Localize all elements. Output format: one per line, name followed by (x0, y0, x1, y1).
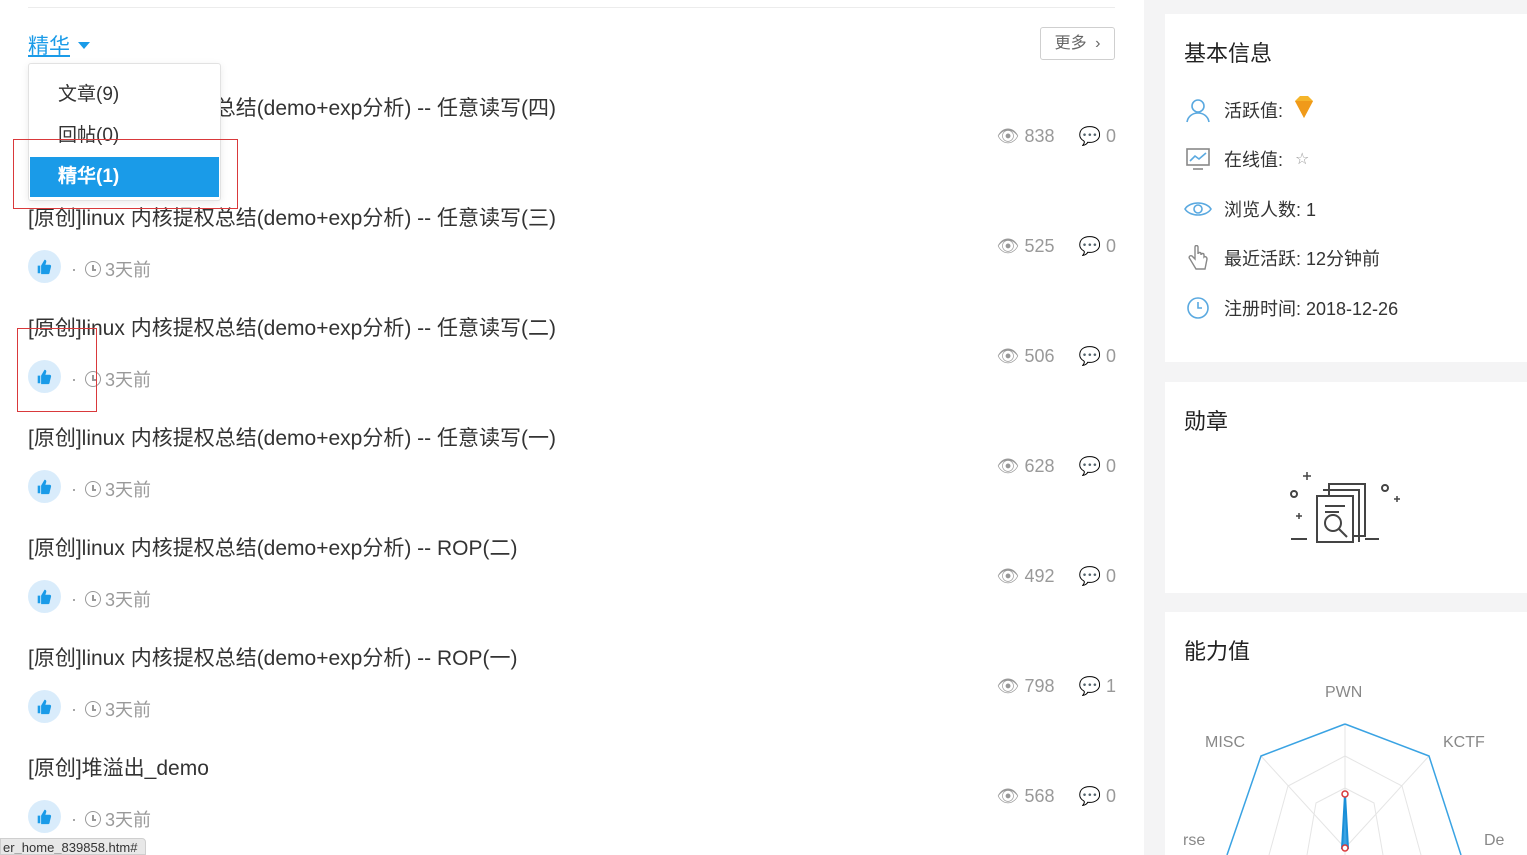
star-icon: ☆ (1295, 151, 1310, 168)
medals-panel: 勋章 (1165, 382, 1527, 593)
radar-point (1341, 844, 1349, 852)
radar-point (1341, 790, 1349, 798)
post-title-link[interactable]: [原创]linux 内核提权总结(demo+exp分析) -- ROP(一) (28, 642, 517, 672)
eye-icon: 👁 (996, 126, 1020, 146)
view-count: 👁 838 (996, 126, 1055, 146)
comment-icon: 💬 (1078, 126, 1101, 146)
panel-title: 基本信息 (1184, 41, 1273, 66)
post-meta: · 3天前 (71, 698, 152, 721)
eye-icon: 👁 (996, 236, 1020, 256)
eye-icon: 👁 (996, 346, 1020, 366)
clock-icon (1184, 294, 1212, 322)
comment-count[interactable]: 💬 0 (1079, 786, 1116, 807)
view-count: 👁 525 (996, 236, 1055, 256)
clock-icon (85, 811, 101, 827)
comment-count[interactable]: 💬 0 (1079, 236, 1116, 257)
diamond-badge-icon (1291, 95, 1317, 124)
clock-icon (85, 591, 101, 607)
clock-icon (85, 261, 101, 277)
comment-count[interactable]: 💬 0 (1079, 346, 1116, 367)
category-filter-label: 精华 (28, 35, 70, 58)
clock-icon (85, 481, 101, 497)
list-item: [原创]linux 内核提权总结(demo+exp分析) -- ROP(一) ·… (28, 642, 1116, 752)
radar-axis-label: rse (1183, 832, 1206, 849)
view-count: 👁 506 (996, 346, 1055, 366)
comment-count[interactable]: 💬 1 (1079, 676, 1116, 697)
post-stats: 👁 506 💬 0 (997, 346, 1116, 367)
menu-item-articles[interactable]: 文章(9) (30, 75, 219, 115)
view-count: 👁 628 (996, 456, 1055, 476)
ability-panel: 能力值 PWN KCTF De rse MISC (1165, 612, 1527, 855)
main-content: 精华 更多 › [原创]linux 内核提权总结(demo+exp分析) -- … (0, 0, 1144, 855)
list-item: [原创]linux 内核提权总结(demo+exp分析) -- ROP(二) ·… (28, 532, 1116, 642)
top-divider (28, 7, 1115, 8)
panel-title: 能力值 (1184, 639, 1251, 664)
post-stats: 👁 838 💬 0 (997, 126, 1116, 147)
comment-icon: 💬 (1078, 676, 1101, 696)
empty-medals-icon (1287, 466, 1407, 551)
thumbs-up-icon[interactable] (28, 470, 61, 503)
more-button-label: 更多 (1054, 35, 1087, 52)
category-filter-dropdown[interactable]: 精华 (28, 30, 90, 60)
pointer-hand-icon (1184, 244, 1212, 272)
chevron-right-icon: › (1095, 35, 1101, 52)
comment-count[interactable]: 💬 0 (1079, 456, 1116, 477)
registered-row: 注册时间: 2018-12-26 (1184, 294, 1398, 322)
list-item: [原创]linux 内核提权总结(demo+exp分析) -- 任意读写(一) … (28, 422, 1116, 532)
thumbs-up-icon[interactable] (28, 580, 61, 613)
thumbs-up-icon[interactable] (28, 800, 61, 833)
user-icon (1184, 96, 1212, 124)
more-button[interactable]: 更多 › (1040, 27, 1115, 60)
post-stats: 👁 525 💬 0 (997, 236, 1116, 257)
radar-axis-label: PWN (1325, 684, 1363, 701)
activity-row: 活跃值: (1184, 95, 1317, 124)
post-title-link[interactable]: [原创]linux 内核提权总结(demo+exp分析) -- ROP(二) (28, 532, 517, 562)
eye-icon: 👁 (996, 676, 1020, 696)
online-row: 在线值: ☆ (1184, 145, 1309, 173)
status-bar-url: er_home_839858.htm# (0, 838, 147, 855)
thumbs-up-icon[interactable] (28, 690, 61, 723)
comment-count[interactable]: 💬 0 (1079, 566, 1116, 587)
ability-radar-chart (1226, 723, 1462, 855)
view-count: 👁 798 (996, 676, 1055, 696)
post-title-link[interactable]: [原创]堆溢出_demo (28, 752, 209, 782)
post-stats: 👁 628 💬 0 (997, 456, 1116, 477)
comment-icon: 💬 (1078, 346, 1101, 366)
post-title-link[interactable]: [原创]linux 内核提权总结(demo+exp分析) -- 任意读写(一) (28, 422, 556, 452)
list-item: [原创]linux 内核提权总结(demo+exp分析) -- 任意读写(二) … (28, 312, 1116, 422)
basic-info-panel: 基本信息 活跃值: 在线值: ☆ 浏览人数: 1 最近活跃: 12分钟前 注册时… (1165, 14, 1527, 362)
radar-value-shape (1340, 793, 1350, 849)
list-item: [原创]linux 内核提权总结(demo+exp分析) -- 任意读写(三) … (28, 202, 1116, 312)
last-active-row: 最近活跃: 12分钟前 (1184, 244, 1380, 272)
post-stats: 👁 568 💬 0 (997, 786, 1116, 807)
post-meta: · 3天前 (71, 478, 152, 501)
list-item: [原创]堆溢出_demo · 3天前 👁 568 💬 0 (28, 752, 1116, 855)
comment-icon: 💬 (1078, 566, 1101, 586)
eye-icon: 👁 (996, 566, 1020, 586)
eye-icon: 👁 (996, 456, 1020, 476)
annotation-box (17, 328, 97, 412)
post-meta: · 3天前 (71, 808, 152, 831)
post-meta: · 3天前 (71, 258, 152, 281)
comment-count[interactable]: 💬 0 (1079, 126, 1116, 147)
caret-down-icon (78, 41, 90, 49)
view-count: 👁 492 (996, 566, 1055, 586)
radar-axis-label: De (1484, 832, 1505, 849)
eye-icon (1184, 195, 1212, 223)
visitors-row: 浏览人数: 1 (1184, 195, 1316, 223)
comment-icon: 💬 (1078, 236, 1101, 256)
monitor-chart-icon (1184, 145, 1212, 173)
post-title-link[interactable]: [原创]linux 内核提权总结(demo+exp分析) -- 任意读写(二) (28, 312, 556, 342)
view-count: 👁 568 (996, 786, 1055, 806)
clock-icon (85, 701, 101, 717)
post-stats: 👁 492 💬 0 (997, 566, 1116, 587)
comment-icon: 💬 (1078, 786, 1101, 806)
eye-icon: 👁 (996, 786, 1020, 806)
thumbs-up-icon[interactable] (28, 250, 61, 283)
annotation-box (13, 139, 238, 209)
comment-icon: 💬 (1078, 456, 1101, 476)
post-stats: 👁 798 💬 1 (997, 676, 1116, 697)
panel-title: 勋章 (1184, 409, 1229, 434)
post-meta: · 3天前 (71, 588, 152, 611)
